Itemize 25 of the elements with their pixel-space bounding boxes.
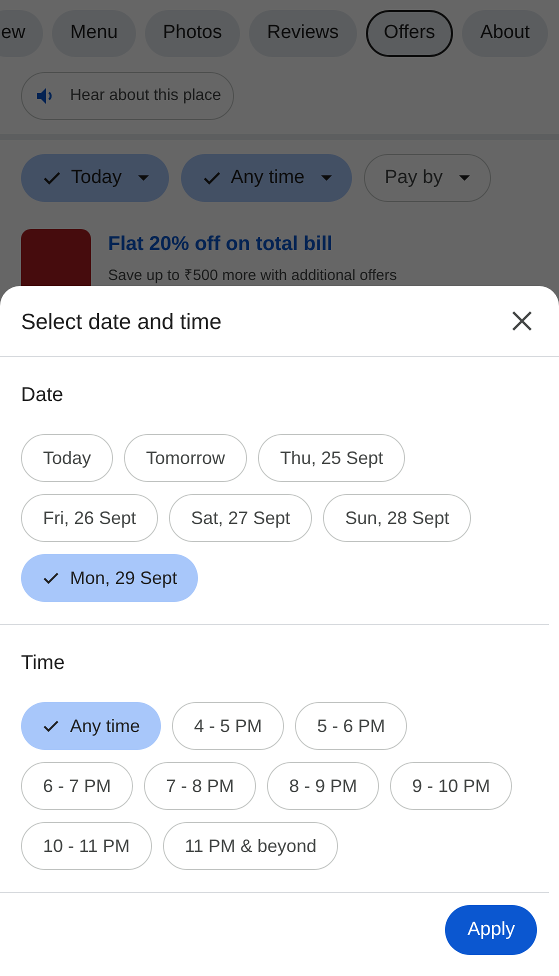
option-chip[interactable]: Today (21, 434, 114, 482)
caret-icon (458, 175, 470, 181)
option-chip[interactable]: 11 PM & beyond (162, 822, 338, 870)
apply-button[interactable]: Apply (445, 905, 537, 955)
caret-icon (138, 175, 149, 181)
sheet-title: Select date and time (21, 308, 222, 336)
option-chip[interactable]: Mon, 29 Sept (21, 554, 198, 602)
caret-icon (320, 175, 332, 181)
option-chip[interactable]: 10 - 11 PM (21, 822, 152, 870)
section-heading: Time (21, 651, 66, 676)
close-button[interactable] (511, 310, 533, 332)
option-chip[interactable]: Any time (21, 702, 162, 750)
option-chip[interactable]: Thu, 25 Sept (258, 434, 406, 482)
option-chip[interactable]: Tomorrow (124, 434, 248, 482)
option-chip[interactable]: 9 - 10 PM (390, 762, 512, 810)
option-chip[interactable]: 8 - 9 PM (267, 762, 380, 810)
option-chip[interactable]: Sun, 28 Sept (323, 494, 472, 542)
option-chip[interactable]: 7 - 8 PM (144, 762, 256, 810)
offer-subtitle: Save up to ₹500 more with additional offers (108, 266, 397, 286)
section-heading: Date (21, 383, 64, 408)
option-chip[interactable]: 6 - 7 PM (21, 762, 134, 810)
option-chip[interactable]: 4 - 5 PM (172, 702, 284, 750)
option-chip[interactable]: 5 - 6 PM (295, 702, 408, 750)
option-chip[interactable]: Fri, 26 Sept (21, 494, 158, 542)
option-chip[interactable]: Sat, 27 Sept (169, 494, 312, 542)
